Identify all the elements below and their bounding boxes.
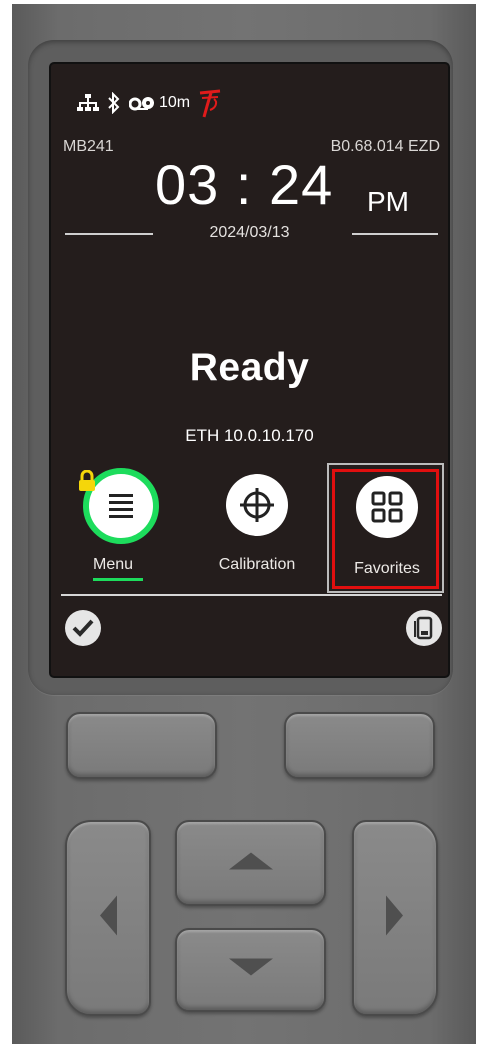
arrow-up-icon — [226, 850, 276, 877]
firmware-version: B0.68.014 EZD — [330, 138, 440, 155]
menu-underline — [93, 578, 143, 581]
lcd-screen: 10m MB241 B0.68.014 EZD 03 : 24 PM 2024/… — [49, 62, 450, 678]
left-softkey-button[interactable] — [66, 712, 217, 779]
ethernet-icon — [77, 93, 99, 113]
crosshair-icon — [226, 474, 288, 536]
divider — [61, 594, 442, 596]
menu-button[interactable]: Menu — [61, 466, 181, 588]
status-bar: 10m — [77, 86, 222, 120]
clock-time: 03 : 24 — [155, 153, 334, 216]
grid-icon — [356, 476, 418, 538]
network-address: ETH 10.0.10.170 — [185, 426, 314, 445]
tsc-logo-icon — [198, 88, 222, 118]
divider — [352, 233, 438, 235]
printer-status: Ready — [189, 346, 310, 389]
calibration-label: Calibration — [218, 556, 296, 573]
ribbon-icon — [129, 95, 155, 111]
clock-ampm: PM — [367, 186, 409, 217]
left-button[interactable] — [65, 820, 151, 1016]
right-softkey-button[interactable] — [284, 712, 435, 779]
favorites-label: Favorites — [354, 560, 420, 577]
up-button[interactable] — [175, 820, 326, 906]
down-button[interactable] — [175, 928, 326, 1012]
arrow-right-icon — [384, 893, 406, 944]
ribbon-remaining: 10m — [159, 94, 191, 111]
calibration-button[interactable]: Calibration — [197, 466, 317, 588]
lock-icon — [78, 469, 96, 497]
right-button[interactable] — [352, 820, 438, 1016]
arrow-left-icon — [97, 893, 119, 944]
model-name: MB241 — [63, 138, 114, 155]
check-icon[interactable] — [65, 610, 101, 646]
favorites-button[interactable]: Favorites — [327, 463, 446, 593]
arrow-down-icon — [226, 957, 276, 984]
menu-label: Menu — [92, 556, 134, 573]
device-icon[interactable] — [406, 610, 442, 646]
bluetooth-icon — [107, 92, 121, 114]
